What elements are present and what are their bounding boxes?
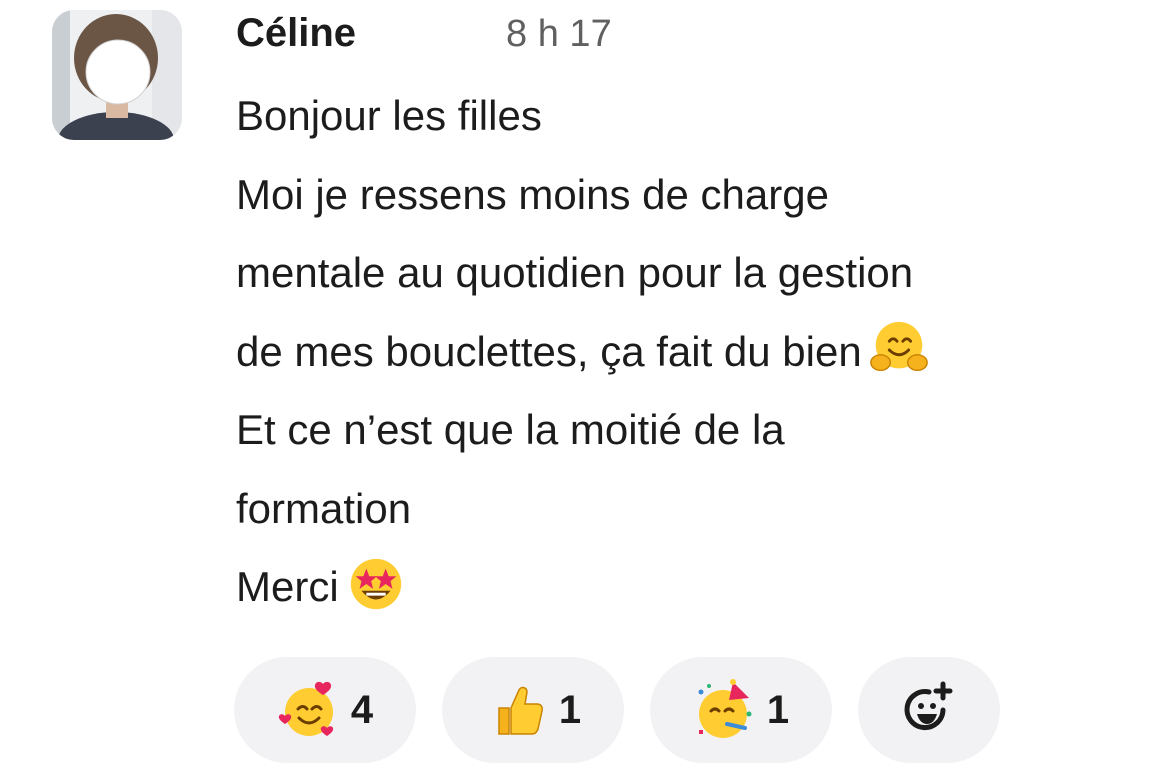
timestamp[interactable]: 8 h 17	[506, 13, 612, 56]
author-name[interactable]: Céline	[236, 11, 356, 56]
message-line: Moi je ressens moins de charge	[236, 170, 829, 218]
message-line: mentale au quotidien pour la gestion	[236, 249, 914, 296]
reaction-count: 4	[350, 687, 374, 732]
star-struck-icon	[350, 558, 401, 610]
message-line: de mes bouclettes, ça fait du bien	[236, 313, 1136, 392]
message-body: Bonjour les filles Moi je ressens moins …	[236, 77, 1136, 627]
add-reaction-icon	[904, 681, 953, 731]
redacted-area	[356, 10, 506, 46]
add-reaction-button[interactable]	[858, 657, 1000, 763]
reaction-partying-face[interactable]: 1	[650, 657, 832, 763]
message-line: Bonjour les filles	[236, 92, 542, 139]
message-line: Et ce n’est que la moitié de la	[236, 406, 785, 453]
reactions-bar: 4 1 1	[234, 657, 1000, 763]
reaction-count: 1	[766, 687, 790, 732]
message-line: formation	[236, 484, 412, 532]
avatar[interactable]	[52, 10, 182, 140]
partying-face-icon	[698, 679, 752, 738]
smiling-face-with-hearts-icon	[278, 681, 334, 736]
thumbs-up-icon	[498, 686, 543, 735]
avatar-photo	[52, 10, 182, 140]
hugging-face-icon	[869, 321, 928, 371]
reaction-smiling-face-with-hearts[interactable]: 4	[234, 657, 416, 763]
reaction-thumbs-up[interactable]: 1	[442, 657, 624, 763]
reaction-count: 1	[558, 687, 582, 732]
message-header: Céline 8 h 17	[236, 10, 612, 70]
message-line: Merci	[236, 548, 1136, 627]
